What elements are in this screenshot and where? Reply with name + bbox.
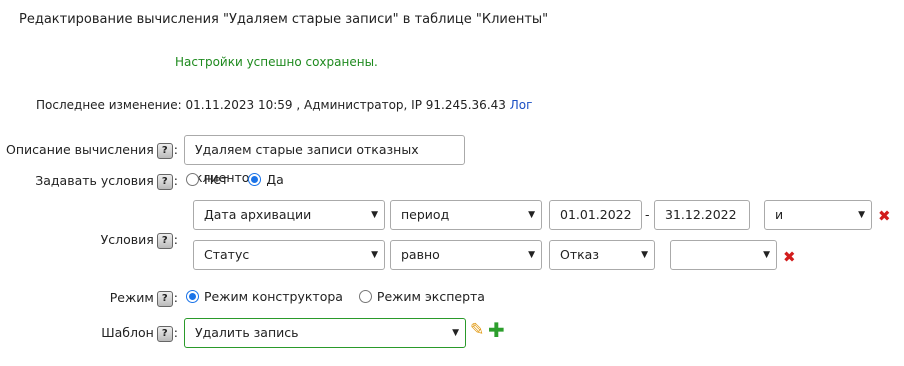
mode-label: Режим bbox=[109, 290, 154, 305]
condition1-operator-select[interactable]: период bbox=[390, 200, 542, 230]
help-icon[interactable]: ? bbox=[156, 325, 173, 342]
help-icon[interactable]: ? bbox=[156, 232, 173, 249]
conditions-label: Условия bbox=[100, 232, 154, 247]
conditions-label-group: Условия?: bbox=[100, 232, 178, 249]
set-conditions-label-group: Задавать условия?: bbox=[35, 173, 178, 190]
radio-yes[interactable] bbox=[248, 173, 262, 186]
mode-radios: Режим конструктора Режим эксперта bbox=[184, 289, 485, 305]
radio-yes-label[interactable]: Да bbox=[266, 172, 283, 187]
help-icon[interactable]: ? bbox=[156, 173, 173, 190]
condition2-logic-select[interactable] bbox=[670, 240, 777, 270]
template-select[interactable]: Удалить запись bbox=[184, 318, 466, 348]
help-icon[interactable]: ? bbox=[156, 142, 173, 159]
add-icon[interactable]: ✚ bbox=[488, 318, 505, 342]
delete-condition2-icon[interactable]: ✖ bbox=[783, 248, 796, 266]
radio-constructor-mode[interactable] bbox=[186, 290, 199, 303]
template-label: Шаблон bbox=[101, 325, 154, 340]
radio-no[interactable] bbox=[186, 173, 199, 186]
description-label-group: Описание вычисления?: bbox=[6, 142, 178, 159]
last-modified-info: Последнее изменение: 01.11.2023 10:59 , … bbox=[36, 98, 532, 112]
date-range-dash: - bbox=[645, 207, 650, 222]
condition1-field-select[interactable]: Дата архивации bbox=[193, 200, 385, 230]
success-message: Настройки успешно сохранены. bbox=[175, 55, 378, 69]
condition2-value-select[interactable]: Отказ bbox=[549, 240, 655, 270]
condition1-date-to[interactable]: 31.12.2022 bbox=[654, 200, 750, 230]
condition2-field-select[interactable]: Статус bbox=[193, 240, 385, 270]
mode-label-group: Режим?: bbox=[109, 290, 178, 307]
set-conditions-radios: Нет Да bbox=[184, 172, 284, 188]
description-input[interactable]: Удаляем старые записи отказных клиенто bbox=[184, 135, 465, 185]
radio-expert-label[interactable]: Режим эксперта bbox=[377, 289, 485, 304]
set-conditions-label: Задавать условия bbox=[35, 173, 154, 188]
help-icon[interactable]: ? bbox=[156, 290, 173, 307]
condition1-logic-select[interactable]: и bbox=[764, 200, 872, 230]
radio-constructor-label[interactable]: Режим конструктора bbox=[204, 289, 343, 304]
last-modified-text: Последнее изменение: 01.11.2023 10:59 , … bbox=[36, 98, 506, 112]
condition1-date-from[interactable]: 01.01.2022 bbox=[549, 200, 642, 230]
description-label: Описание вычисления bbox=[6, 142, 154, 157]
template-label-group: Шаблон?: bbox=[101, 325, 178, 342]
radio-expert-mode[interactable] bbox=[358, 290, 372, 303]
condition2-operator-select[interactable]: равно bbox=[390, 240, 542, 270]
delete-condition1-icon[interactable]: ✖ bbox=[878, 207, 891, 225]
pencil-icon[interactable]: ✎ bbox=[470, 320, 484, 340]
page-title: Редактирование вычисления "Удаляем стары… bbox=[19, 12, 549, 27]
radio-no-label[interactable]: Нет bbox=[204, 172, 228, 187]
log-link[interactable]: Лог bbox=[510, 98, 533, 112]
